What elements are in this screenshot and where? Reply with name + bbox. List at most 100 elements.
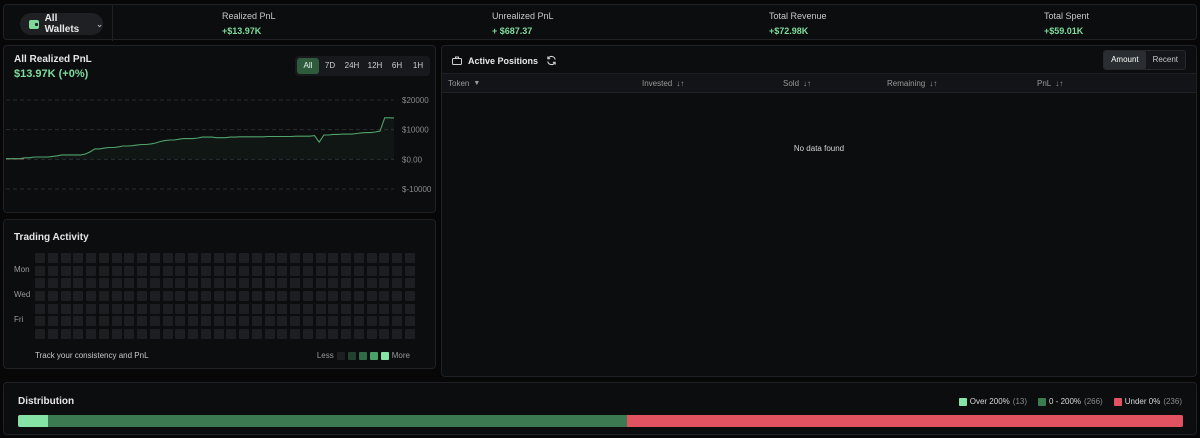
activity-cell[interactable] <box>111 303 122 314</box>
activity-cell[interactable] <box>251 291 262 302</box>
activity-cell[interactable] <box>73 329 84 340</box>
activity-cell[interactable] <box>124 253 135 263</box>
activity-cell[interactable] <box>73 291 84 302</box>
activity-cell[interactable] <box>302 329 313 340</box>
activity-cell[interactable] <box>290 316 300 327</box>
activity-cell[interactable] <box>328 303 339 314</box>
activity-cell[interactable] <box>175 329 186 340</box>
activity-cell[interactable] <box>60 329 71 340</box>
activity-cell[interactable] <box>60 291 71 302</box>
activity-cell[interactable] <box>226 265 237 276</box>
activity-cell[interactable] <box>302 278 313 289</box>
activity-cell[interactable] <box>239 303 249 314</box>
activity-cell[interactable] <box>404 303 415 314</box>
activity-cell[interactable] <box>404 291 415 302</box>
activity-cell[interactable] <box>366 316 377 327</box>
activity-cell[interactable] <box>73 316 84 327</box>
range-tab-12h[interactable]: 12H <box>364 58 386 74</box>
activity-cell[interactable] <box>379 278 390 289</box>
activity-cell[interactable] <box>226 253 237 263</box>
activity-cell[interactable] <box>251 265 262 276</box>
activity-cell[interactable] <box>162 291 173 302</box>
activity-cell[interactable] <box>302 303 313 314</box>
activity-cell[interactable] <box>277 253 288 263</box>
activity-cell[interactable] <box>111 329 122 340</box>
activity-cell[interactable] <box>404 265 415 276</box>
activity-cell[interactable] <box>73 303 84 314</box>
range-tab-24h[interactable]: 24H <box>341 58 363 74</box>
activity-cell[interactable] <box>328 253 339 263</box>
distribution-segment[interactable] <box>48 415 628 427</box>
activity-cell[interactable] <box>379 316 390 327</box>
activity-cell[interactable] <box>353 316 364 327</box>
activity-cell[interactable] <box>251 316 262 327</box>
activity-cell[interactable] <box>149 278 160 289</box>
range-tab-1h[interactable]: 1H <box>408 58 428 74</box>
activity-cell[interactable] <box>328 291 339 302</box>
activity-cell[interactable] <box>290 291 300 302</box>
activity-cell[interactable] <box>226 278 237 289</box>
activity-cell[interactable] <box>353 265 364 276</box>
activity-cell[interactable] <box>162 278 173 289</box>
activity-cell[interactable] <box>315 278 326 289</box>
activity-cell[interactable] <box>188 253 198 263</box>
activity-cell[interactable] <box>366 329 377 340</box>
activity-cell[interactable] <box>315 291 326 302</box>
activity-cell[interactable] <box>366 253 377 263</box>
activity-cell[interactable] <box>264 291 275 302</box>
activity-cell[interactable] <box>73 278 84 289</box>
activity-cell[interactable] <box>60 303 71 314</box>
activity-cell[interactable] <box>264 303 275 314</box>
activity-cell[interactable] <box>200 278 211 289</box>
activity-cell[interactable] <box>47 303 58 314</box>
refresh-icon[interactable] <box>546 55 557 66</box>
activity-cell[interactable] <box>149 253 160 263</box>
activity-cell[interactable] <box>162 329 173 340</box>
activity-cell[interactable] <box>251 329 262 340</box>
activity-cell[interactable] <box>392 253 402 263</box>
activity-cell[interactable] <box>264 278 275 289</box>
activity-cell[interactable] <box>404 278 415 289</box>
activity-cell[interactable] <box>149 329 160 340</box>
activity-cell[interactable] <box>353 291 364 302</box>
range-tab-7d[interactable]: 7D <box>320 58 340 74</box>
activity-cell[interactable] <box>188 265 198 276</box>
activity-cell[interactable] <box>98 303 109 314</box>
activity-cell[interactable] <box>392 303 402 314</box>
activity-cell[interactable] <box>366 278 377 289</box>
activity-cell[interactable] <box>264 253 275 263</box>
activity-cell[interactable] <box>277 303 288 314</box>
activity-cell[interactable] <box>137 303 147 314</box>
activity-cell[interactable] <box>124 303 135 314</box>
activity-cell[interactable] <box>404 329 415 340</box>
activity-cell[interactable] <box>137 316 147 327</box>
activity-cell[interactable] <box>98 316 109 327</box>
activity-cell[interactable] <box>315 329 326 340</box>
activity-cell[interactable] <box>213 265 224 276</box>
activity-cell[interactable] <box>137 253 147 263</box>
activity-cell[interactable] <box>328 265 339 276</box>
activity-cell[interactable] <box>366 265 377 276</box>
activity-cell[interactable] <box>251 278 262 289</box>
activity-cell[interactable] <box>124 316 135 327</box>
activity-cell[interactable] <box>111 278 122 289</box>
activity-cell[interactable] <box>277 265 288 276</box>
activity-cell[interactable] <box>341 291 351 302</box>
activity-cell[interactable] <box>124 265 135 276</box>
activity-cell[interactable] <box>277 316 288 327</box>
range-tab-all[interactable]: All <box>297 58 319 74</box>
activity-cell[interactable] <box>111 316 122 327</box>
activity-cell[interactable] <box>392 329 402 340</box>
activity-cell[interactable] <box>188 329 198 340</box>
activity-cell[interactable] <box>98 265 109 276</box>
activity-cell[interactable] <box>239 291 249 302</box>
activity-cell[interactable] <box>162 316 173 327</box>
activity-cell[interactable] <box>86 265 96 276</box>
activity-cell[interactable] <box>328 278 339 289</box>
activity-cell[interactable] <box>98 278 109 289</box>
activity-cell[interactable] <box>226 291 237 302</box>
activity-cell[interactable] <box>60 316 71 327</box>
activity-cell[interactable] <box>328 316 339 327</box>
activity-cell[interactable] <box>264 316 275 327</box>
activity-cell[interactable] <box>379 265 390 276</box>
